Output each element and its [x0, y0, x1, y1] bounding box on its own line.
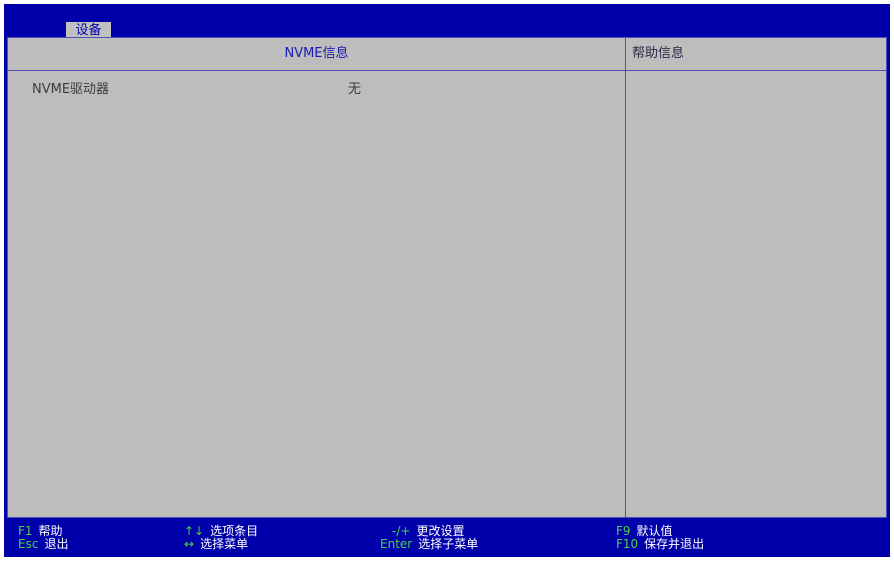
nvme-drive-value: 无: [348, 82, 362, 97]
hint-key: ↑↓: [184, 524, 205, 538]
hint-desc: 更改设置: [416, 524, 465, 538]
hint-leftright: ↔ 选择菜单: [184, 538, 248, 551]
hint-desc: 退出: [44, 537, 69, 551]
hint-key: Enter: [380, 537, 413, 551]
panel-header: NVME信息 帮助信息: [8, 38, 886, 71]
hint-f10: F10 保存并退出: [616, 538, 704, 551]
hint-key: Esc: [18, 537, 39, 551]
hint-key: F1: [18, 524, 33, 538]
hint-key: F9: [616, 524, 631, 538]
hint-key: ↔: [184, 537, 195, 551]
hint-enter: Enter 选择子菜单: [380, 538, 478, 551]
main-panel: NVME信息 帮助信息 NVME驱动器 无: [7, 37, 887, 518]
hint-desc: 选项条目: [210, 524, 259, 538]
hint-desc: 帮助: [38, 524, 63, 538]
hint-desc: 选择子菜单: [418, 537, 479, 551]
hint-esc: Esc 退出: [18, 538, 68, 551]
hint-key: -/+: [392, 524, 411, 538]
key-hints-bar: F1 帮助 Esc 退出 ↑↓ 选项条目 ↔ 选择菜单 -/+ 更改设置 Enter 选择子…: [4, 520, 890, 557]
nvme-drive-label[interactable]: NVME驱动器: [32, 78, 109, 97]
help-title: 帮助信息: [632, 46, 685, 61]
hint-key: F10: [616, 537, 639, 551]
bios-screen: 设备 NVME信息 帮助信息 NVME驱动器 无 F1 帮助 Esc 退出 ↑↓ 选项…: [4, 4, 890, 557]
hint-desc: 保存并退出: [644, 537, 705, 551]
hint-desc: 默认值: [636, 524, 673, 538]
page-title: NVME信息: [284, 46, 349, 61]
hint-desc: 选择菜单: [200, 537, 249, 551]
divider: [625, 38, 626, 517]
